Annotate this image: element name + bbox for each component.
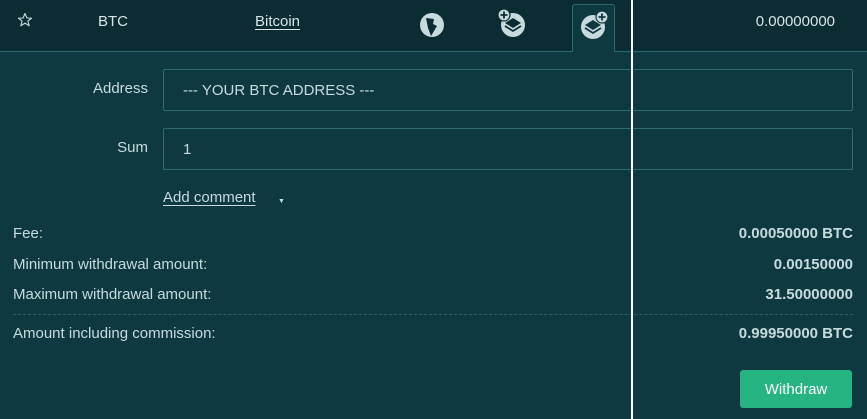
cursor-line [631, 0, 633, 419]
min-withdrawal-label: Minimum withdrawal amount: [13, 256, 208, 273]
history-icon[interactable] [418, 10, 448, 40]
add-comment-link[interactable]: Add comment [163, 189, 256, 206]
max-withdrawal-value: 31.50000000 [765, 286, 853, 303]
fee-label: Fee: [13, 225, 44, 242]
address-label: Address [92, 80, 148, 97]
caret-down-icon: ▼ [278, 198, 285, 205]
fee-value: 0.00050000 BTC [738, 225, 853, 242]
address-input[interactable] [163, 69, 853, 111]
withdraw-icon [581, 10, 609, 39]
total-label: Amount including commission: [13, 325, 216, 342]
withdraw-button[interactable]: Withdraw [740, 370, 852, 408]
balance-value: 0.00000000 [755, 13, 835, 30]
currency-name-link[interactable]: Bitcoin [255, 13, 300, 30]
sum-input[interactable] [163, 128, 853, 170]
max-withdrawal-label: Maximum withdrawal amount: [13, 286, 212, 303]
total-value: 0.99950000 BTC [738, 325, 853, 342]
currency-row: BTC Bitcoin 0.00000000 [0, 0, 867, 52]
min-withdrawal-value: 0.00150000 [773, 256, 853, 273]
tab-withdraw[interactable] [572, 4, 615, 52]
sum-label: Sum [117, 139, 148, 156]
currency-code: BTC [98, 13, 128, 30]
star-icon[interactable] [17, 12, 33, 28]
divider [13, 314, 853, 315]
deposit-icon[interactable] [497, 8, 527, 38]
